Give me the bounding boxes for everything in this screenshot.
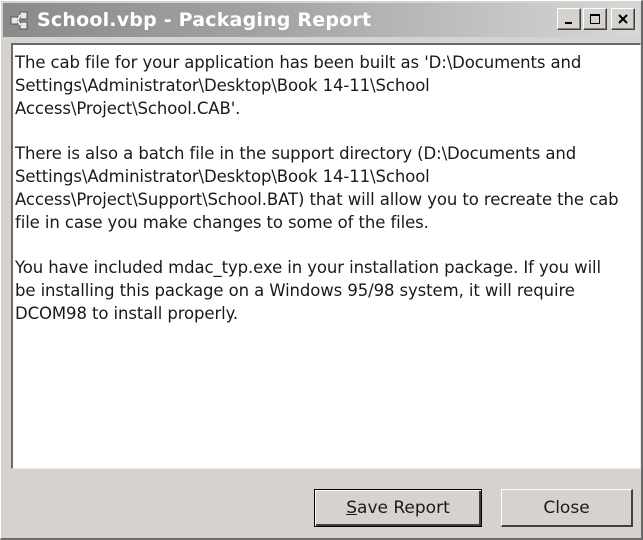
maximize-icon (590, 14, 600, 24)
minimize-button[interactable] (557, 8, 581, 30)
close-button[interactable]: Close (501, 489, 633, 527)
close-label: Close (543, 497, 590, 518)
save-report-button[interactable]: Save Report (314, 489, 482, 527)
window-controls (557, 8, 635, 30)
maximize-button[interactable] (583, 8, 607, 30)
save-report-label: Save Report (346, 498, 450, 518)
close-window-button[interactable] (611, 8, 635, 30)
minimize-icon (565, 22, 572, 24)
vb-project-icon (10, 11, 28, 30)
report-text-area[interactable]: The cab file for your application has be… (11, 43, 641, 469)
report-paragraph-batch-file: There is also a batch file in the suppor… (15, 144, 619, 232)
window-title: School.vbp - Packaging Report (37, 9, 372, 31)
packaging-report-window: School.vbp - Packaging Report The cab fi… (0, 0, 643, 540)
title-bar[interactable]: School.vbp - Packaging Report (3, 3, 639, 37)
close-icon (618, 14, 628, 24)
report-paragraph-cab-file: The cab file for your application has be… (15, 53, 582, 118)
report-paragraph-mdac-warning: You have included mdac_typ.exe in your i… (15, 258, 602, 323)
